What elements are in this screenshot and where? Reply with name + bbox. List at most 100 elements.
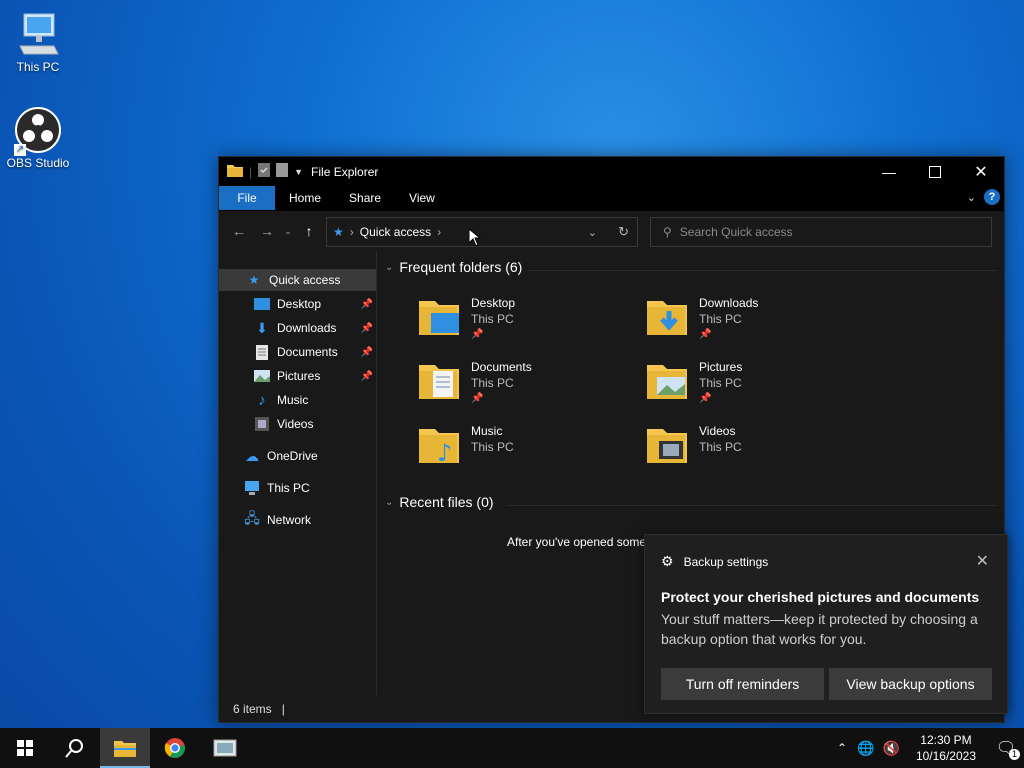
search-icon: ⚲ (663, 225, 672, 239)
pin-icon: 📌 (699, 393, 712, 404)
pin-icon[interactable]: 📌 (361, 347, 373, 358)
forward-button[interactable]: → (253, 223, 281, 239)
videos-folder-icon (647, 423, 691, 471)
notification-title: Protect your cherished pictures and docu… (661, 589, 980, 605)
turn-off-reminders-button[interactable]: Turn off reminders (661, 668, 824, 700)
sidebar-item-music[interactable]: ♪ Music (253, 389, 373, 411)
desktop-icon-label: OBS Studio (6, 156, 70, 170)
star-icon: ★ (248, 273, 260, 287)
breadcrumb-quick-access[interactable]: Quick access (360, 225, 431, 239)
backup-notification: ⚙ Backup settings ✕ Protect your cherish… (644, 534, 1008, 714)
folder-tile-videos[interactable]: Videos This PC (647, 423, 867, 479)
folder-tile-desktop[interactable]: Desktop This PC 📌 (419, 295, 639, 351)
up-button[interactable]: ↑ (295, 223, 323, 239)
sidebar-item-network[interactable]: 🖧 Network (243, 509, 373, 531)
maximize-button[interactable] (912, 157, 958, 186)
system-tray: ⌃ 🌐 🔇 12:30 PM 10/16/2023 🗨 1 (837, 728, 1024, 768)
computer-icon (243, 480, 261, 496)
minimize-button[interactable]: — (866, 157, 912, 186)
pin-icon: 📌 (699, 329, 712, 340)
taskbar: ⌃ 🌐 🔇 12:30 PM 10/16/2023 🗨 1 (0, 728, 1024, 768)
sidebar-item-pictures[interactable]: Pictures 📌 (253, 365, 373, 387)
notification-count-badge: 1 (1009, 749, 1020, 760)
folder-icon (114, 741, 136, 757)
item-count: 6 items (233, 702, 272, 716)
clock[interactable]: 12:30 PM 10/16/2023 (916, 732, 976, 764)
frequent-folders-header[interactable]: ⌄ Frequent folders (6) (385, 259, 522, 275)
pin-icon[interactable]: 📌 (361, 323, 373, 334)
search-icon (65, 739, 83, 758)
volume-muted-icon[interactable]: 🔇 (883, 740, 900, 757)
pin-icon: 📌 (471, 393, 484, 404)
folder-tile-documents[interactable]: Documents This PC 📌 (419, 359, 639, 415)
notification-header: ⚙ Backup settings (661, 553, 769, 569)
shortcut-arrow-icon: ↗ (14, 144, 26, 156)
pictures-folder-icon (647, 359, 691, 407)
computer-icon (14, 10, 62, 58)
music-folder-icon: ♪ (419, 423, 463, 471)
search-placeholder: Search Quick access (679, 225, 793, 239)
new-folder-icon[interactable] (276, 163, 289, 180)
folder-tile-pictures[interactable]: Pictures This PC 📌 (647, 359, 867, 415)
properties-icon[interactable] (258, 163, 271, 180)
tab-home[interactable]: Home (275, 186, 335, 210)
sidebar-item-downloads[interactable]: ⬇ Downloads 📌 (253, 317, 373, 339)
chrome-icon (164, 738, 185, 758)
sidebar-item-this-pc[interactable]: This PC (243, 477, 373, 499)
close-button[interactable]: ✕ (958, 157, 1004, 186)
gear-icon: ⚙ (661, 553, 674, 569)
back-button[interactable]: ← (225, 223, 253, 239)
tab-view[interactable]: View (395, 186, 449, 210)
taskbar-chrome[interactable] (150, 728, 200, 768)
network-globe-icon[interactable]: 🌐 (857, 740, 874, 757)
star-icon: ★ (333, 225, 344, 239)
tab-share[interactable]: Share (335, 186, 395, 210)
action-center-button[interactable]: 🗨 1 (988, 728, 1024, 768)
music-note-icon: ♪ (258, 391, 266, 409)
navigation-bar: ← → ⌄ ↑ ★ › Quick access › ⌄ ↻ ⚲ Search … (219, 211, 1004, 251)
navigation-pane: ★ Quick access Desktop 📌 ⬇ Downloads 📌 D… (219, 251, 377, 695)
quick-access-toolbar: | ▼ (219, 163, 303, 180)
pin-icon[interactable]: 📌 (361, 371, 373, 382)
start-button[interactable] (0, 728, 50, 768)
expand-ribbon-icon[interactable]: ⌄ (967, 191, 976, 204)
refresh-icon[interactable]: ↻ (618, 224, 629, 240)
download-arrow-icon: ⬇ (256, 319, 268, 336)
address-bar[interactable]: ★ › Quick access › ⌄ ↻ (326, 217, 638, 247)
address-dropdown-icon[interactable]: ⌄ (588, 226, 597, 239)
documents-icon (253, 344, 271, 360)
window-title: File Explorer (311, 164, 379, 179)
desktop-folder-icon (253, 296, 271, 312)
app-window-icon (213, 739, 237, 757)
folder-tile-music[interactable]: ♪ Music This PC (419, 423, 639, 479)
pin-icon[interactable]: 📌 (361, 299, 373, 310)
title-bar[interactable]: | ▼ File Explorer — ✕ (219, 157, 1004, 186)
sidebar-item-documents[interactable]: Documents 📌 (253, 341, 373, 363)
view-backup-options-button[interactable]: View backup options (829, 668, 992, 700)
chevron-down-icon[interactable]: ▼ (294, 167, 303, 177)
obs-icon: ↗ (14, 106, 62, 156)
search-button[interactable] (50, 728, 100, 768)
desktop-icon-label: This PC (16, 60, 60, 74)
recent-locations-button[interactable]: ⌄ (281, 226, 295, 237)
desktop-icon-this-pc[interactable]: This PC (3, 10, 73, 74)
show-hidden-icons-chevron-icon[interactable]: ⌃ (837, 741, 847, 755)
taskbar-file-explorer[interactable] (100, 728, 150, 768)
sidebar-item-videos[interactable]: Videos (253, 413, 373, 435)
cloud-icon: ☁ (245, 447, 259, 464)
folder-tile-downloads[interactable]: Downloads This PC 📌 (647, 295, 867, 351)
svg-text:♪: ♪ (437, 439, 452, 467)
desktop-icon-obs-studio[interactable]: ↗ OBS Studio (3, 106, 73, 170)
desktop-folder-icon (419, 295, 463, 343)
sidebar-item-onedrive[interactable]: ☁ OneDrive (243, 445, 373, 467)
sidebar-item-desktop[interactable]: Desktop 📌 (253, 293, 373, 315)
videos-icon (253, 416, 271, 432)
help-icon[interactable]: ? (984, 189, 1000, 205)
ribbon-tabs: File Home Share View ⌄ ? (219, 186, 1004, 211)
sidebar-item-quick-access[interactable]: ★ Quick access (219, 269, 376, 291)
close-icon[interactable]: ✕ (976, 551, 989, 571)
tab-file[interactable]: File (219, 186, 275, 210)
search-input[interactable]: ⚲ Search Quick access (650, 217, 992, 247)
recent-files-header[interactable]: ⌄ Recent files (0) (385, 494, 494, 510)
taskbar-app-window[interactable] (200, 728, 250, 768)
